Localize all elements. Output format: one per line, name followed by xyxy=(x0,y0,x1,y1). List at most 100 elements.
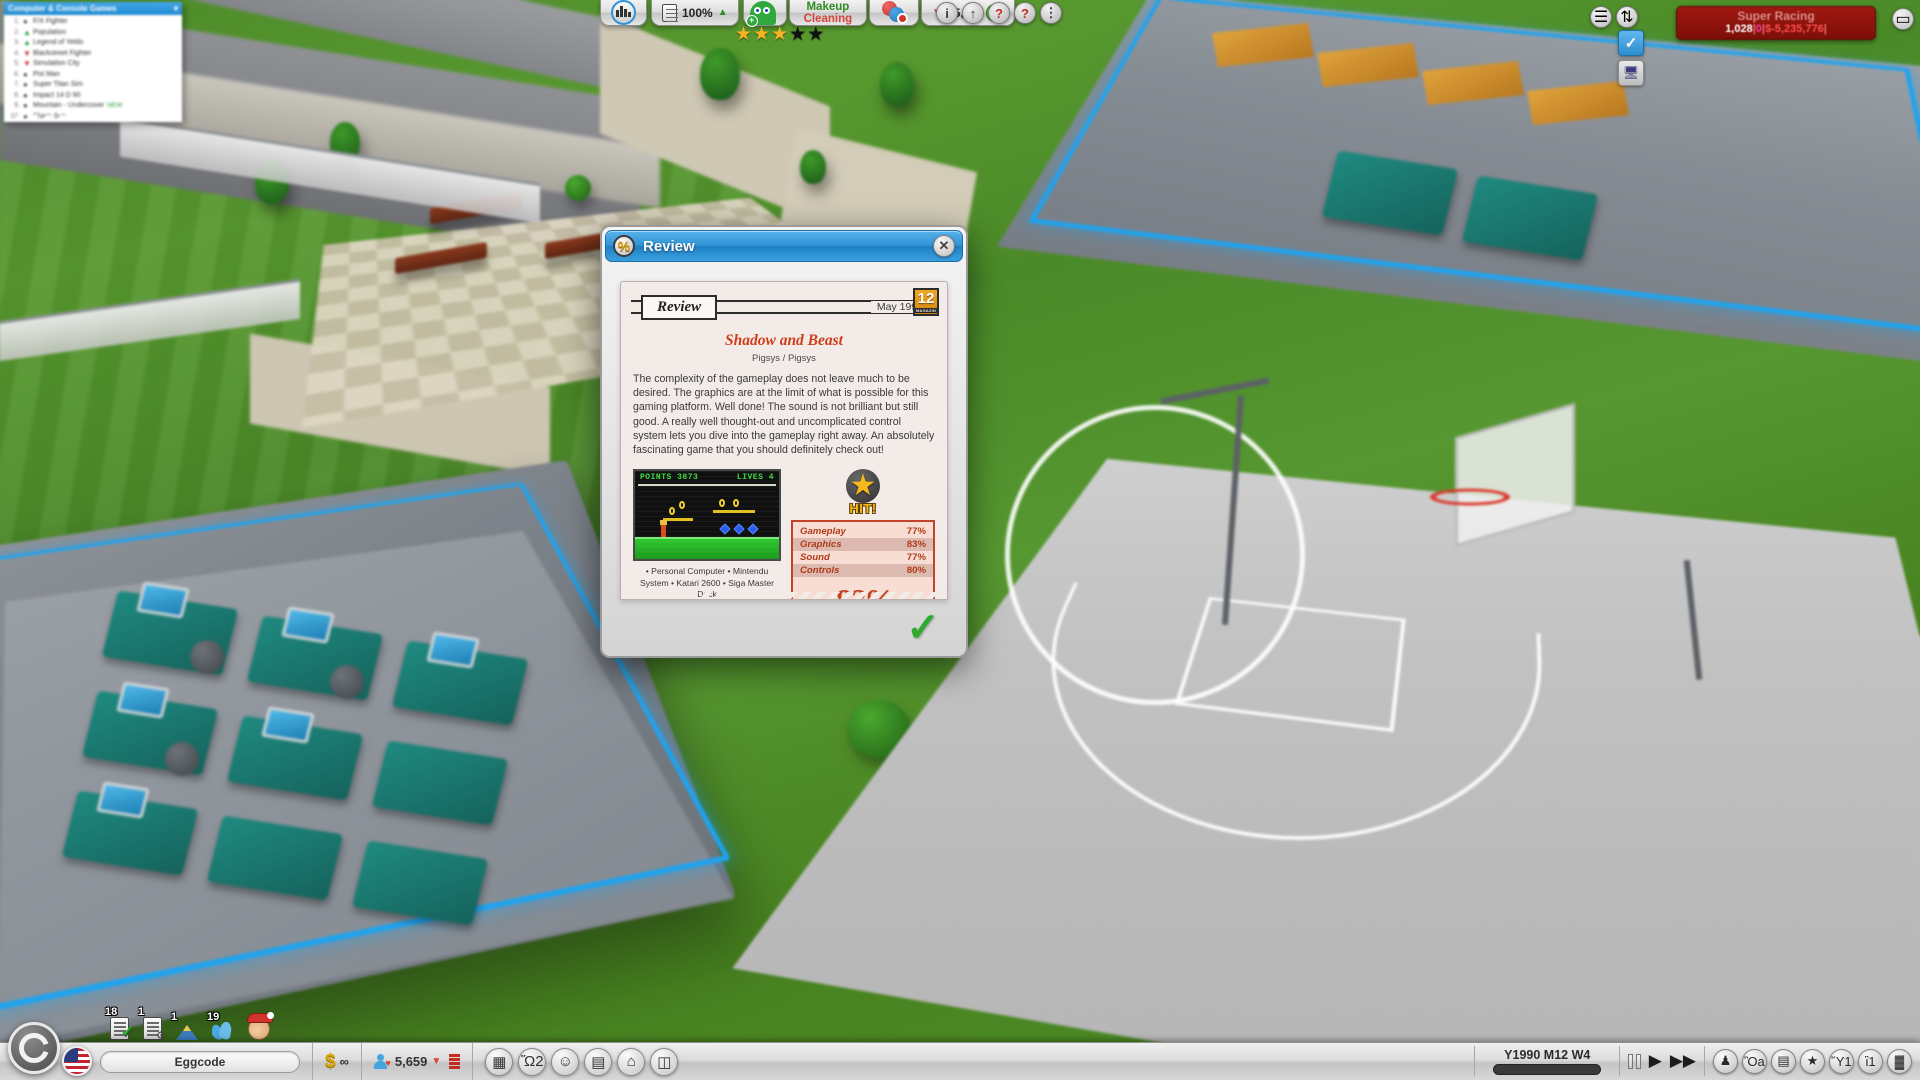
chart-hud-pill[interactable] xyxy=(600,0,647,26)
chart-trend-icon: ▲ xyxy=(23,28,30,39)
project-stats: 1,028|0|$-5,235,776| xyxy=(1725,23,1827,36)
bush-3 xyxy=(565,175,591,201)
tasks-checkbox-button[interactable]: ✓ xyxy=(1618,30,1644,56)
issue-number: 12 xyxy=(918,290,935,308)
award-mountain-icon xyxy=(176,1022,198,1040)
dialog-title: Review xyxy=(643,238,925,255)
issue-number-badge: 12 MAGAZIN xyxy=(913,288,939,316)
shop-button[interactable]: Ὥ2 xyxy=(518,1048,546,1076)
satisfaction-hud-pill[interactable]: 100% ▲ xyxy=(651,0,739,26)
chart-row[interactable]: 2. ▲ Population xyxy=(7,28,179,39)
us-flag-icon[interactable] xyxy=(62,1046,92,1076)
rooms-button[interactable]: ▤ xyxy=(584,1048,612,1076)
delete-tool[interactable]: Ὕ1 xyxy=(1829,1049,1854,1074)
event-badge[interactable] xyxy=(248,1018,270,1040)
chair-1 xyxy=(190,640,224,674)
chart-row[interactable]: 6. ● Pixi Man xyxy=(7,70,179,81)
game-charts-window[interactable]: Computer & Console Games ▾ 1. ● F/X Fighte… xyxy=(4,2,182,122)
climate-tool[interactable]: ἲ1 xyxy=(1858,1049,1883,1074)
review-dialog[interactable]: % Review ✕ Review May 1990 12 MAGAZIN Sh… xyxy=(600,225,968,658)
reviewed-game-title: Shadow and Beast xyxy=(621,332,947,350)
company-name-field[interactable]: Eggcode xyxy=(100,1051,300,1073)
charts-button[interactable]: ◫ xyxy=(650,1048,678,1076)
chart-row[interactable]: 8. ● Impact 14 D 90 xyxy=(7,91,179,102)
info-button[interactable]: i xyxy=(936,2,958,24)
staff-tool[interactable]: ♟ xyxy=(1713,1049,1738,1074)
chart-game-name: Impact 14 D 90 xyxy=(33,91,80,102)
eggcode-pacman-logo[interactable] xyxy=(8,1022,60,1074)
menu-icon[interactable]: ☰ xyxy=(1590,6,1612,28)
gears-hud-pill[interactable] xyxy=(869,0,919,26)
chart-row[interactable]: 9. ● Mountain - Undercover NEW xyxy=(7,101,179,112)
chart-new-tag: NEW xyxy=(107,101,122,112)
game-date-label: Y1990 M12 W4 xyxy=(1504,1048,1590,1062)
play-icon[interactable]: ▶ xyxy=(1649,1051,1662,1071)
favorites-tool[interactable]: ★ xyxy=(1800,1049,1825,1074)
upgrade-button[interactable]: ↑ xyxy=(962,2,984,24)
charts-list[interactable]: 1. ● F/X Fighter 2. ▲ Population 3. ▲ Legend of … xyxy=(4,15,182,122)
chart-row[interactable]: 7. ● Super Titan Sim xyxy=(7,80,179,91)
desk-tool[interactable]: ▤ xyxy=(1771,1049,1796,1074)
objects-button[interactable]: ⌂ xyxy=(617,1048,645,1076)
research-badge[interactable]: 1 ⚙ xyxy=(143,1017,162,1040)
bar-chart-icon[interactable] xyxy=(611,0,636,25)
game-date-box: Y1990 M12 W4 xyxy=(1483,1048,1611,1075)
wall-tool[interactable]: ▓ xyxy=(1887,1049,1912,1074)
task-star: ★ xyxy=(753,25,770,44)
computer-icon: 🖥 xyxy=(1623,65,1640,81)
hud-action-buttons: i ↑?? ⋮ xyxy=(936,2,1062,24)
collapse-icon[interactable]: ▭ xyxy=(1892,8,1914,30)
money-display[interactable]: $ ∞ xyxy=(325,1051,349,1073)
divider-6 xyxy=(1704,1046,1705,1076)
score-box: Gameplay 77% Graphics 83% Sound 77% Controls 80… xyxy=(791,520,935,600)
chart-trend-icon: ● xyxy=(23,70,30,81)
review-body-text: The complexity of the gameplay does not … xyxy=(633,372,935,457)
score-column: ★ HIT! Gameplay 77% Graphics 83% Sound 77% Con… xyxy=(791,469,935,600)
confirm-button[interactable]: ✓ xyxy=(902,607,944,649)
chart-rank: 1. xyxy=(7,17,20,28)
chart-game-name: Simulation City xyxy=(33,59,80,70)
more-options-button[interactable]: ⋮ xyxy=(1040,2,1062,24)
chart-rank: 9. xyxy=(7,101,20,112)
stats-button[interactable]: ▦ xyxy=(485,1048,513,1076)
staff-badge[interactable]: 19 xyxy=(212,1022,234,1040)
character-hud-pill[interactable]: + xyxy=(743,0,787,26)
charts-window-collapse-icon[interactable]: ▾ xyxy=(174,4,178,13)
project-status-bar[interactable]: Super Racing 1,028|0|$-5,235,776| xyxy=(1676,6,1876,40)
tree-1 xyxy=(700,48,740,100)
chart-row[interactable]: 1. ● F/X Fighter xyxy=(7,17,179,28)
contracts-badge[interactable]: 18 ✓ xyxy=(110,1017,129,1040)
pacman-shape xyxy=(19,1033,49,1063)
chart-row[interactable]: 3. ▲ Legend of Yeldo xyxy=(7,38,179,49)
chart-game-name: Blackstreet Fighter xyxy=(33,49,91,60)
current-task-hud-pill[interactable]: Makeup Cleaning xyxy=(789,0,868,26)
fans-bars-icon[interactable] xyxy=(449,1054,460,1069)
score-label: Sound xyxy=(800,552,830,563)
chart-trend-icon: ● xyxy=(23,101,30,112)
score-row: Gameplay 77% xyxy=(793,525,933,538)
chart-row[interactable]: 4. ▼ Blackstreet Fighter xyxy=(7,49,179,60)
close-icon[interactable]: ✕ xyxy=(933,235,955,257)
fans-display[interactable]: ♥ 5,659 ▼ xyxy=(374,1054,441,1069)
computer-window-button[interactable]: 🖥 xyxy=(1618,60,1644,86)
star-award-icon: ★ xyxy=(846,469,880,503)
review-page-header: Review May 1990 12 MAGAZIN xyxy=(631,292,937,322)
divider-2 xyxy=(361,1043,362,1080)
time-control-panel: Y1990 M12 W4 ▶ ▶▶ ♟ Ὃa ▤ ★ Ὕ1 ἲ1 ▓ xyxy=(1474,1042,1920,1080)
fast-forward-icon[interactable]: ▶▶ xyxy=(1670,1051,1696,1071)
staff-button[interactable]: ☺ xyxy=(551,1048,579,1076)
santa-icon xyxy=(248,1018,270,1040)
report-heart-icon xyxy=(662,4,677,22)
sort-icon[interactable]: ⇅ xyxy=(1616,6,1638,28)
award-badge: ★ HIT! xyxy=(846,469,880,516)
awards-badge[interactable]: 1 xyxy=(176,1022,198,1040)
chair-tool[interactable]: Ὃa xyxy=(1742,1049,1767,1074)
task-line-1: Makeup xyxy=(806,1,849,13)
chart-row[interactable]: 5. ▼ Simulation City xyxy=(7,59,179,70)
research-help-button[interactable]: ? xyxy=(988,2,1010,24)
charts-window-titlebar: Computer & Console Games ▾ xyxy=(4,2,182,15)
project-name: Super Racing xyxy=(1737,10,1814,23)
pause-icon[interactable] xyxy=(1628,1054,1641,1069)
staff-help-button[interactable]: ? xyxy=(1014,2,1036,24)
dialog-titlebar[interactable]: % Review ✕ xyxy=(605,230,963,262)
